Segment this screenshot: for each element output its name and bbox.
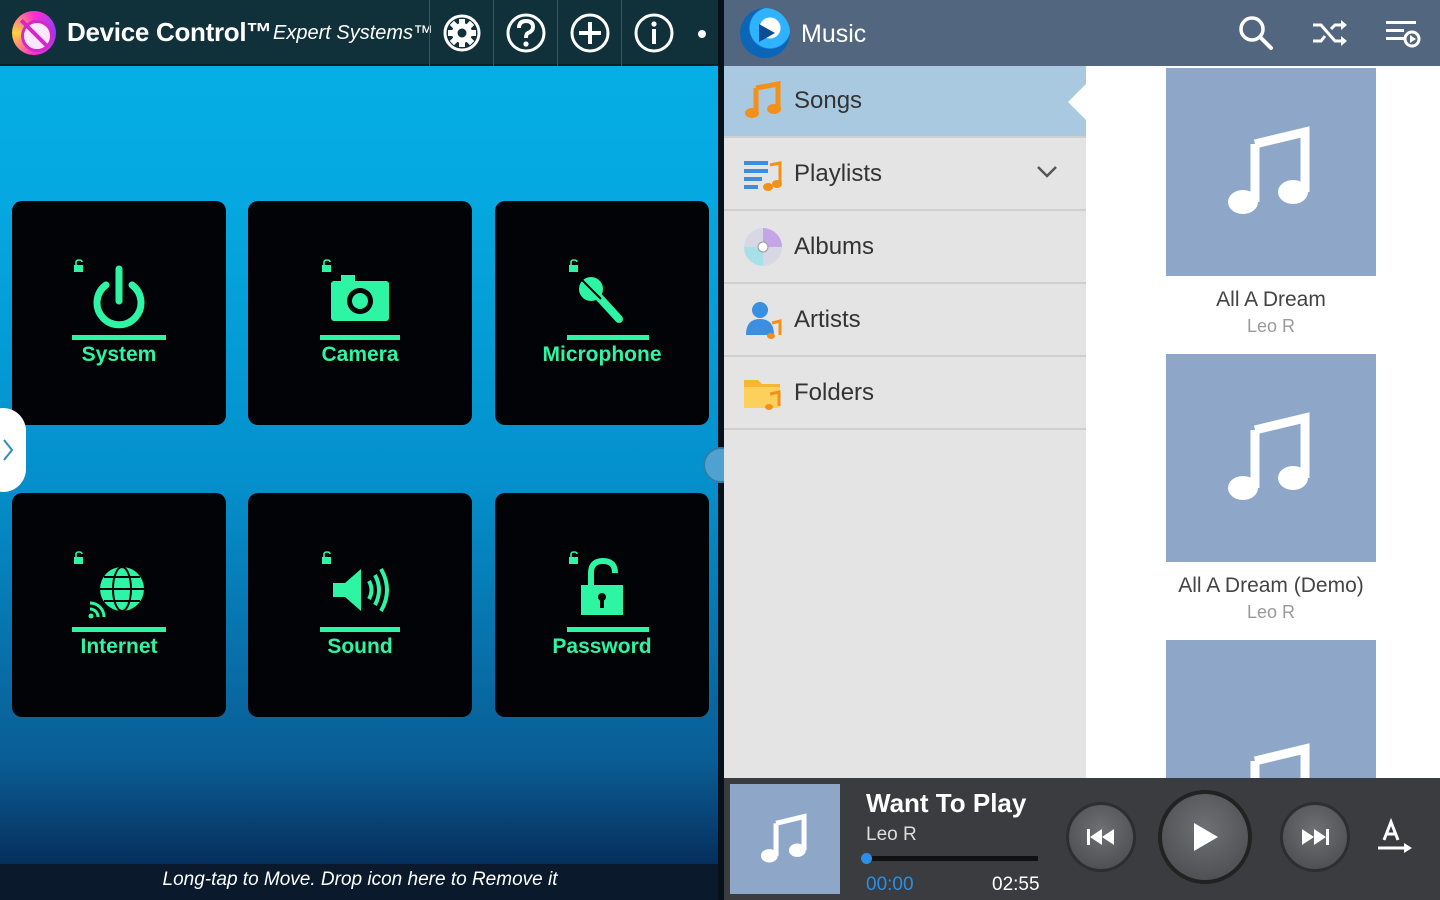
device-control-logo-icon [12,11,56,55]
artist-icon [746,302,782,339]
music-note-icon [745,81,781,118]
music-library-nav: Songs Playlists Albums Artists Folders [724,66,1086,778]
music-logo-icon [740,8,790,58]
play-button[interactable] [1158,790,1252,884]
now-playing-title: Want To Play [866,788,1027,818]
progress-bar[interactable] [866,856,1038,861]
songs-grid: All A Dream Leo R All A Dream (Demo) Leo… [1086,66,1440,778]
chevron-right-icon [3,439,14,461]
add-button[interactable] [557,0,621,66]
overflow-menu-icon[interactable] [698,30,706,38]
tile-label: Microphone [542,343,662,366]
tile-label: Password [552,635,652,658]
nav-label: Albums [794,233,875,260]
globe-icon [88,566,144,619]
progress-thumb[interactable] [861,853,872,864]
music-note-icon [1228,412,1310,500]
play-icon [1194,823,1218,851]
tile-label: Camera [321,343,399,366]
now-playing-art[interactable] [730,784,840,894]
next-track-icon [1302,829,1329,845]
device-control-panel: Device Control™ Expert Systems™ System C… [0,0,720,900]
tile-label: Internet [80,635,158,658]
song-title: All A Dream [1216,288,1326,311]
album-art [1166,354,1376,562]
song-artist: Leo R [1246,602,1296,622]
tile-microphone[interactable]: Microphone [495,201,709,425]
power-icon [93,265,145,329]
remove-drop-zone[interactable]: Long-tap to Move. Drop icon here to Remo… [0,864,720,900]
nav-item-albums[interactable]: Albums [724,212,1086,284]
song-title: All A Dream (Demo) [1178,574,1364,597]
mini-player: Want To Play Leo R 00:00 02:55 [724,778,1440,900]
tile-underline [320,335,400,340]
album-art [1166,640,1376,778]
total-time: 02:55 [992,874,1040,895]
tile-underline [72,335,166,340]
previous-button[interactable] [1066,802,1136,872]
music-toolbar: Music [724,0,1440,66]
device-control-toolbar: Device Control™ Expert Systems™ [0,0,720,66]
tile-underline [320,627,400,632]
next-button[interactable] [1280,802,1350,872]
music-title: Music [801,20,867,48]
info-button[interactable] [621,0,685,66]
shuffle-icon[interactable] [1309,13,1349,53]
tile-underline [567,627,649,632]
tile-camera[interactable]: Camera [248,201,472,425]
music-note-icon [760,813,807,863]
nav-label: Playlists [794,160,883,187]
settings-button[interactable] [429,0,493,66]
add-icon [570,13,609,53]
disc-icon [744,228,782,266]
song-artist: Leo R [1246,316,1296,336]
tile-password[interactable]: Password [495,493,709,717]
lyrics-icon[interactable] [1374,818,1414,858]
speaker-icon [333,568,389,612]
app-title: Device Control™ [67,17,272,47]
settings-icon [443,14,480,52]
info-icon [634,13,673,53]
music-note-icon [1228,126,1310,214]
tile-underline [567,335,649,340]
nav-item-artists[interactable]: Artists [724,285,1086,357]
help-icon [506,13,545,53]
tile-underline [72,627,166,632]
tile-label: System [81,343,157,366]
camera-icon [331,275,389,321]
nav-item-songs[interactable]: Songs [724,66,1086,138]
tile-internet[interactable]: Internet [12,493,226,717]
nav-label: Artists [794,306,861,333]
now-playing-artist: Leo R [866,824,917,845]
nav-label: Songs [794,87,863,114]
music-note-icon [1250,743,1310,778]
search-icon[interactable] [1236,13,1276,53]
tile-sound[interactable]: Sound [248,493,472,717]
active-nav-indicator [1068,84,1086,120]
nav-item-playlists[interactable]: Playlists [724,139,1086,211]
help-button[interactable] [493,0,557,66]
side-drawer-handle[interactable] [0,408,26,492]
app-subtitle: Expert Systems™ [273,22,434,44]
previous-track-icon [1087,829,1114,845]
microphone-icon [579,277,623,323]
padlock-open-icon [581,557,623,615]
music-panel: Music Songs Playlists Albums Artists Fol… [724,0,1440,900]
playlist-icon [744,161,782,191]
tile-label: Sound [327,635,393,658]
chevron-down-icon[interactable] [1036,165,1058,179]
nav-item-folders[interactable]: Folders [724,358,1086,430]
current-time: 00:00 [866,874,914,895]
album-art [1166,68,1376,276]
folder-icon [744,380,781,410]
queue-icon[interactable] [1382,13,1422,53]
nav-label: Folders [794,379,875,406]
tile-system[interactable]: System [12,201,226,425]
